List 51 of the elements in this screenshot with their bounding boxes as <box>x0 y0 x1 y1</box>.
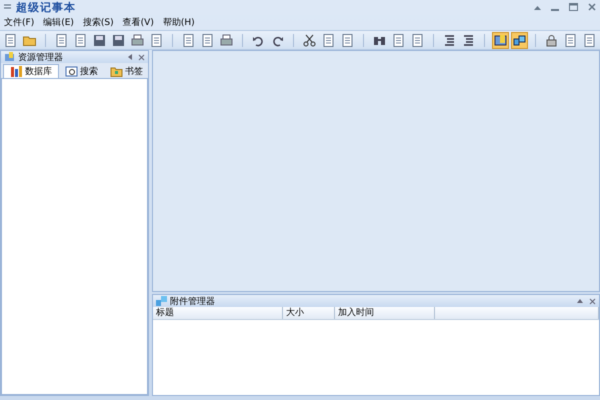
panel-icon <box>493 32 508 48</box>
column-header[interactable]: 大小 <box>283 307 335 319</box>
maximize-icon[interactable] <box>569 3 578 11</box>
printer-icon <box>130 32 145 48</box>
printer-button[interactable] <box>218 32 235 48</box>
explorer-tab[interactable]: 书签 <box>104 64 149 78</box>
menu-item[interactable]: 搜索(S) <box>82 16 114 28</box>
column-header[interactable]: 标题 <box>153 307 283 319</box>
menu-item[interactable]: 帮助(H) <box>162 16 195 28</box>
collapse-icon[interactable] <box>577 299 583 303</box>
document-icon <box>563 32 578 48</box>
document-icon <box>391 32 406 48</box>
panel-title: 资源管理器 <box>18 52 63 64</box>
document-icon <box>582 32 597 48</box>
cubes-icon <box>512 32 527 48</box>
close-icon[interactable] <box>138 54 145 60</box>
lock-icon <box>544 32 559 48</box>
document-icon <box>321 32 336 48</box>
panel-icon <box>4 52 15 62</box>
menu-icon[interactable] <box>4 4 11 10</box>
panel-title: 附件管理器 <box>170 296 215 308</box>
list-icon <box>461 32 476 48</box>
left-arrow-icon[interactable] <box>128 54 132 60</box>
close-icon[interactable] <box>589 298 596 304</box>
close-icon[interactable] <box>588 3 596 11</box>
document-icon <box>340 32 355 48</box>
panel-button[interactable] <box>492 32 509 48</box>
document-icon <box>149 32 164 48</box>
list-icon <box>442 32 457 48</box>
menu-item[interactable]: 文件(F) <box>4 16 34 28</box>
explorer-tab[interactable]: 搜索 <box>59 64 104 78</box>
printer-icon <box>219 32 234 48</box>
document-icon <box>73 32 88 48</box>
menu-item[interactable]: 编辑(E) <box>43 16 74 28</box>
document-icon <box>200 32 215 48</box>
document-icon <box>410 32 425 48</box>
menu-item[interactable]: 查看(V) <box>122 16 154 28</box>
scissors-icon <box>302 32 317 48</box>
bar-chart-icon <box>10 65 23 78</box>
collapse-icon[interactable] <box>534 4 541 10</box>
printer-button[interactable] <box>129 32 146 48</box>
document-icon <box>3 32 18 48</box>
window-icon <box>65 64 78 78</box>
folder-icon <box>110 64 123 78</box>
window-title: 超级记事本 <box>16 0 76 14</box>
document-icon <box>54 32 69 48</box>
cubes-icon <box>156 296 167 306</box>
column-header[interactable]: 加入时间 <box>335 307 435 319</box>
cubes-button[interactable] <box>511 32 528 48</box>
explorer-tab[interactable]: 数据库 <box>3 64 59 78</box>
document-icon <box>181 32 196 48</box>
